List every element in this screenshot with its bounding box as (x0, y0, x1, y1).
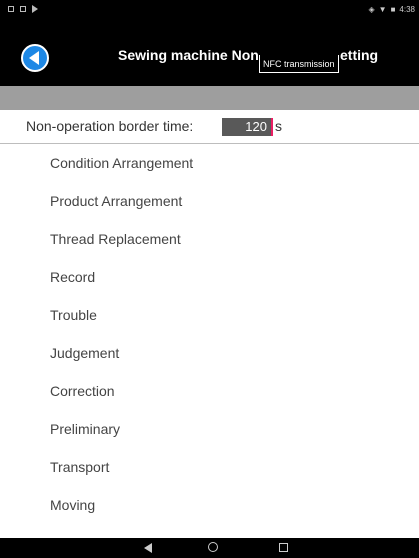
page-title: Sewing machine Non (118, 47, 259, 63)
nfc-transmission-tooltip: NFC transmission (259, 55, 339, 73)
menu-item-condition-arrangement[interactable]: Condition Arrangement (50, 155, 193, 171)
menu-item-moving[interactable]: Moving (50, 497, 95, 513)
menu-item-transport[interactable]: Transport (50, 459, 109, 475)
back-button[interactable] (21, 44, 49, 72)
menu-item-trouble[interactable]: Trouble (50, 307, 97, 323)
signal-icon: ▼ (378, 5, 387, 14)
square-icon (8, 6, 14, 12)
wifi-icon: ◈ (368, 5, 375, 14)
square-icon (20, 6, 26, 12)
border-time-row: Non-operation border time: 120 s (0, 110, 419, 144)
battery-icon: ■ (390, 5, 396, 14)
status-bar: ◈ ▼ ■ 4:38 (0, 0, 419, 20)
border-time-input[interactable]: 120 (222, 118, 273, 136)
page-title-tail: etting (340, 47, 379, 63)
border-time-label: Non-operation border time: (26, 118, 194, 134)
play-icon (32, 5, 38, 13)
nav-back-icon[interactable] (144, 543, 152, 553)
back-arrow-icon (28, 51, 39, 65)
nav-home-icon[interactable] (208, 542, 218, 552)
status-right-icons: ◈ ▼ ■ 4:38 (369, 5, 416, 14)
menu-item-thread-replacement[interactable]: Thread Replacement (50, 231, 181, 247)
app-header: Sewing machine Non NFC transmission etti… (0, 20, 419, 86)
menu-item-judgement[interactable]: Judgement (50, 345, 119, 361)
status-time: 4:38 (399, 5, 415, 14)
section-divider-band (0, 86, 419, 110)
menu-item-preliminary[interactable]: Preliminary (50, 421, 120, 437)
status-left-icons (8, 5, 38, 13)
android-nav-bar (0, 538, 419, 558)
border-time-unit: s (275, 118, 282, 134)
menu-item-correction[interactable]: Correction (50, 383, 115, 399)
nav-recent-icon[interactable] (279, 543, 288, 552)
menu-item-product-arrangement[interactable]: Product Arrangement (50, 193, 182, 209)
menu-item-record[interactable]: Record (50, 269, 95, 285)
